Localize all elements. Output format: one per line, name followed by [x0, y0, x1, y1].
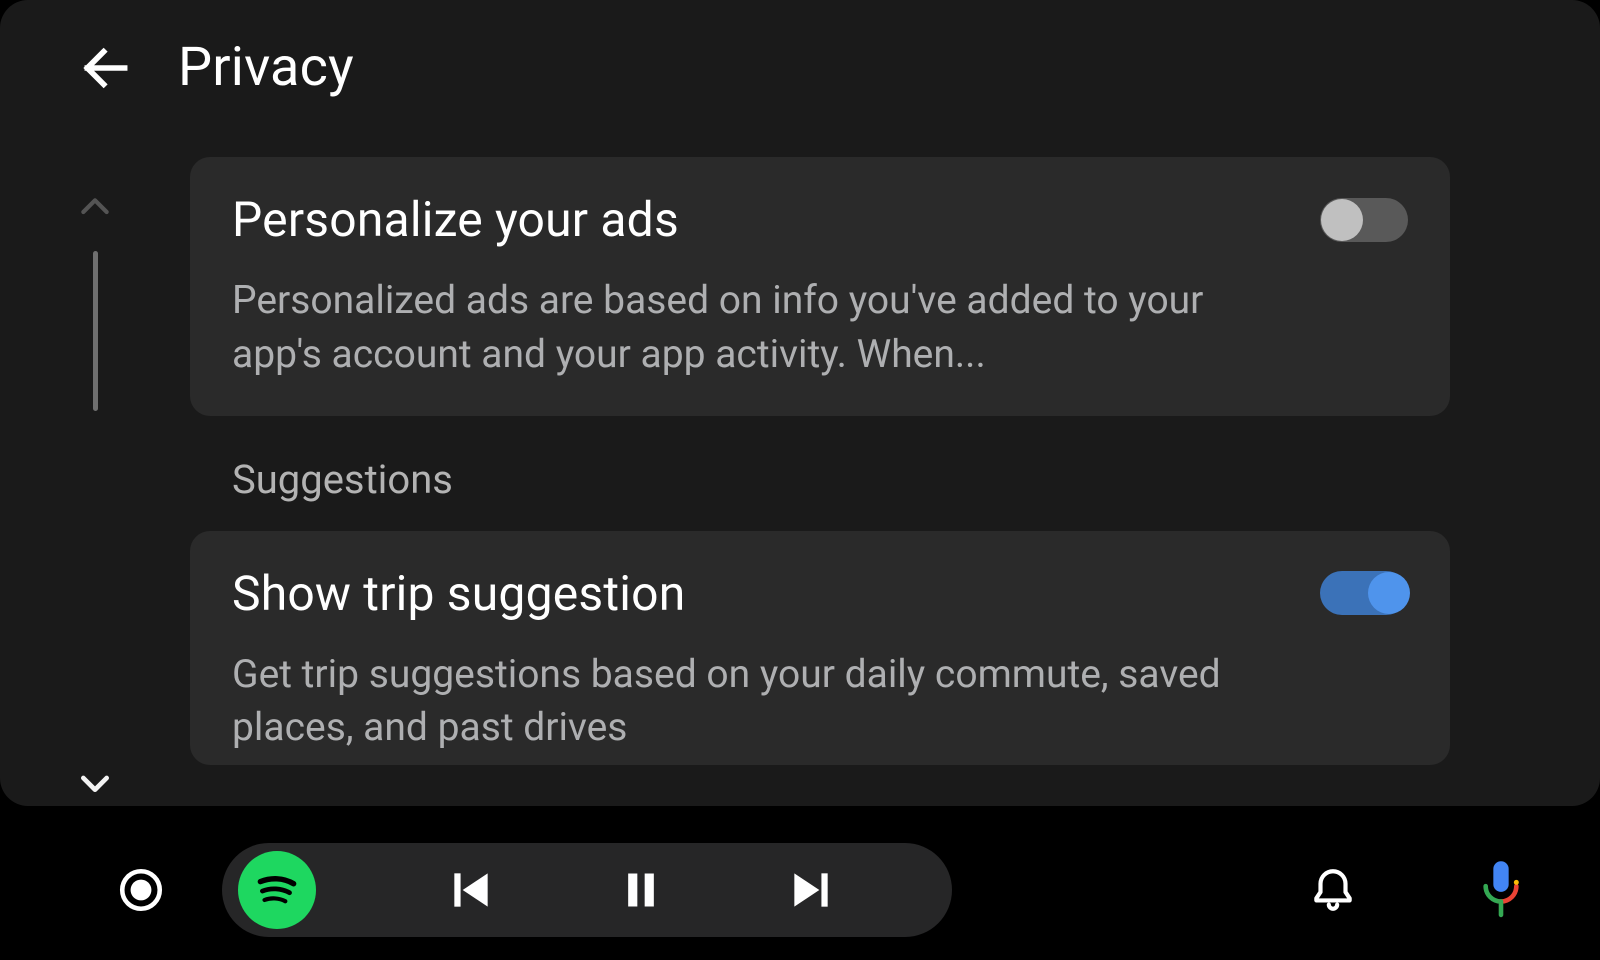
setting-show-trip-suggestion[interactable]: Show trip suggestion Get trip suggestion…: [190, 531, 1450, 766]
launcher-button[interactable]: [116, 865, 166, 915]
setting-title: Personalize your ads: [232, 191, 679, 248]
settings-panel: Privacy Personalize your ads: [0, 0, 1600, 806]
skip-previous-icon: [446, 865, 496, 915]
pause-icon: [619, 864, 663, 916]
system-bar: [0, 820, 1600, 960]
setting-title: Show trip suggestion: [232, 565, 685, 622]
next-track-button[interactable]: [726, 865, 896, 915]
scroll-track-icon: [93, 251, 98, 411]
setting-description: Personalized ads are based on info you'v…: [232, 274, 1232, 382]
header: Privacy: [0, 0, 1600, 135]
skip-next-icon: [786, 865, 836, 915]
toggle-thumb-icon: [1368, 572, 1410, 614]
chevron-up-icon: [75, 187, 115, 227]
scroll-up-button[interactable]: [73, 185, 117, 229]
setting-description: Get trip suggestions based on your daily…: [232, 648, 1232, 756]
page-title: Privacy: [178, 36, 354, 99]
section-header-suggestions: Suggestions: [232, 456, 1450, 503]
settings-list: Personalize your ads Personalized ads ar…: [190, 157, 1600, 805]
play-pause-button[interactable]: [556, 864, 726, 916]
google-mic-icon: [1478, 859, 1524, 921]
spotify-icon: [252, 865, 302, 915]
bell-icon: [1308, 865, 1358, 915]
content: Personalize your ads Personalized ads ar…: [0, 135, 1600, 805]
chevron-down-icon: [75, 763, 115, 803]
back-button[interactable]: [78, 40, 134, 96]
voice-assistant-button[interactable]: [1472, 861, 1530, 919]
status-icons: [1304, 861, 1600, 919]
toggle-thumb-icon: [1321, 199, 1363, 241]
scroll-down-button[interactable]: [73, 761, 117, 805]
toggle-trip-suggestion[interactable]: [1320, 571, 1408, 615]
toggle-personalize-ads[interactable]: [1320, 198, 1408, 242]
notifications-button[interactable]: [1304, 861, 1362, 919]
previous-track-button[interactable]: [386, 865, 556, 915]
setting-personalize-ads[interactable]: Personalize your ads Personalized ads ar…: [190, 157, 1450, 416]
circle-outline-icon: [116, 865, 166, 915]
media-controls-pill: [222, 843, 952, 937]
scroll-indicator: [0, 157, 190, 805]
media-app-button[interactable]: [238, 851, 316, 929]
arrow-left-icon: [78, 40, 134, 96]
